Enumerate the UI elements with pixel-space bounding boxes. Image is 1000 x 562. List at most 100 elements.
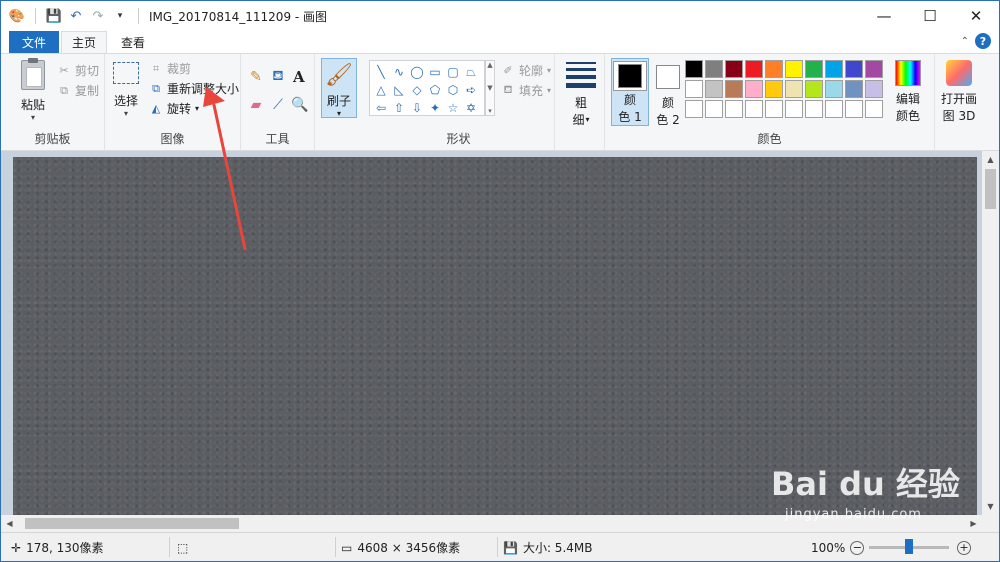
shape-1-icon[interactable]: ∿	[390, 63, 408, 81]
shape-0-icon[interactable]: ╲	[372, 63, 390, 81]
palette-swatch[interactable]	[705, 60, 723, 78]
vertical-scrollbar[interactable]: ▲ ▼	[982, 151, 999, 515]
shape-13-icon[interactable]: ⇧	[390, 99, 408, 117]
help-icon[interactable]: ?	[975, 33, 991, 49]
pencil-icon[interactable]: ✎	[249, 69, 263, 85]
palette-swatch[interactable]	[845, 100, 863, 118]
palette-swatch[interactable]	[725, 60, 743, 78]
palette-swatch[interactable]	[865, 60, 883, 78]
palette-swatch[interactable]	[685, 60, 703, 78]
cursor-position: ✛ 178, 130像素	[11, 533, 104, 561]
shapes-gallery-scroll[interactable]: ▲ ▼ ▾	[485, 60, 495, 116]
palette-swatch[interactable]	[865, 100, 883, 118]
customize-dropdown-icon[interactable]: ▾	[112, 8, 128, 24]
collapse-ribbon-icon[interactable]: ⌃	[961, 36, 969, 47]
paint-app-icon[interactable]: 🎨	[9, 8, 25, 24]
undo-icon[interactable]: ↶	[68, 8, 84, 24]
color-picker-icon[interactable]: ⟋	[271, 97, 285, 113]
copy-button[interactable]: ⧉ 复制	[57, 82, 99, 99]
tab-view[interactable]: 查看	[111, 31, 155, 53]
palette-swatch[interactable]	[765, 80, 783, 98]
palette-swatch[interactable]	[825, 60, 843, 78]
edit-colors-button[interactable]: 编辑 颜色	[891, 60, 925, 124]
palette-swatch[interactable]	[725, 100, 743, 118]
palette-swatch[interactable]	[785, 80, 803, 98]
palette-swatch[interactable]	[845, 60, 863, 78]
shapes-scroll-up-icon[interactable]: ▲	[487, 61, 492, 69]
fill-bucket-icon[interactable]: ⛾	[271, 68, 285, 84]
shape-16-icon[interactable]: ☆	[444, 99, 462, 117]
paste-button[interactable]: 粘贴 ▾	[13, 58, 53, 122]
save-icon[interactable]: 💾	[46, 8, 62, 24]
palette-swatch[interactable]	[805, 60, 823, 78]
close-button[interactable]: ✕	[953, 1, 999, 31]
rotate-button[interactable]: ◭ 旋转 ▾	[149, 100, 199, 117]
shape-5-icon[interactable]: ⏢	[462, 63, 480, 81]
zoom-out-button[interactable]: −	[850, 540, 865, 555]
tab-home[interactable]: 主页	[61, 31, 107, 53]
zoom-slider-thumb[interactable]	[905, 539, 913, 554]
palette-swatch[interactable]	[685, 100, 703, 118]
brushes-button[interactable]: 🖌 刷子 ▾	[321, 58, 357, 118]
palette-swatch[interactable]	[825, 80, 843, 98]
shape-8-icon[interactable]: ◇	[408, 81, 426, 99]
scroll-right-icon[interactable]: ▶	[965, 515, 982, 532]
zoom-in-button[interactable]: +	[957, 540, 971, 555]
palette-swatch[interactable]	[845, 80, 863, 98]
scroll-up-icon[interactable]: ▲	[982, 151, 999, 168]
horizontal-scroll-thumb[interactable]	[25, 518, 239, 529]
select-button[interactable]: 选择 ▾	[111, 62, 141, 118]
shape-11-icon[interactable]: ➪	[462, 81, 480, 99]
magnifier-icon[interactable]: 🔍	[291, 97, 308, 113]
palette-swatch[interactable]	[865, 80, 883, 98]
shape-7-icon[interactable]: ◺	[390, 81, 408, 99]
open-paint3d-button[interactable]: 打开画 图 3D	[937, 60, 981, 124]
shapes-scroll-down-icon[interactable]: ▼	[487, 84, 492, 92]
shapes-gallery[interactable]: ╲ ∿ ◯ ▭ ▢ ⏢ △ ◺ ◇ ⬠ ⬡ ➪ ⇦ ⇧ ⇩ ✦ ☆ ✡	[369, 60, 485, 116]
palette-swatch[interactable]	[745, 80, 763, 98]
vertical-scroll-thumb[interactable]	[985, 169, 996, 209]
palette-swatch[interactable]	[825, 100, 843, 118]
palette-swatch[interactable]	[765, 60, 783, 78]
shapes-expand-icon[interactable]: ▾	[488, 107, 492, 115]
redo-icon[interactable]: ↷	[90, 8, 106, 24]
palette-swatch[interactable]	[785, 60, 803, 78]
shape-15-icon[interactable]: ✦	[426, 99, 444, 117]
palette-swatch[interactable]	[785, 100, 803, 118]
shape-4-icon[interactable]: ▢	[444, 63, 462, 81]
maximize-button[interactable]: ☐	[907, 1, 953, 31]
outline-button[interactable]: ✐ 轮廓 ▾	[501, 62, 551, 79]
color1-button[interactable]: 颜 色 1	[611, 58, 649, 126]
shape-12-icon[interactable]: ⇦	[372, 99, 390, 117]
shape-2-icon[interactable]: ◯	[408, 63, 426, 81]
size-button[interactable]: 粗 细 ▾	[565, 60, 597, 128]
brush-icon: 🖌	[325, 63, 353, 88]
scroll-down-icon[interactable]: ▼	[982, 498, 999, 515]
color2-button[interactable]: 颜 色 2	[651, 60, 685, 128]
shape-9-icon[interactable]: ⬠	[426, 81, 444, 99]
crop-button[interactable]: ⌗ 裁剪	[149, 60, 191, 77]
palette-swatch[interactable]	[705, 100, 723, 118]
palette-swatch[interactable]	[805, 80, 823, 98]
shape-3-icon[interactable]: ▭	[426, 63, 444, 81]
palette-swatch[interactable]	[725, 80, 743, 98]
palette-swatch[interactable]	[705, 80, 723, 98]
cut-button[interactable]: ✂ 剪切	[57, 62, 99, 79]
resize-button[interactable]: ⧉ 重新调整大小	[149, 80, 239, 97]
paint3d-group: 打开画 图 3D	[935, 54, 981, 151]
minimize-button[interactable]: —	[861, 1, 907, 31]
palette-swatch[interactable]	[745, 60, 763, 78]
tab-file[interactable]: 文件	[9, 31, 59, 53]
scroll-left-icon[interactable]: ◀	[1, 515, 18, 532]
palette-swatch[interactable]	[685, 80, 703, 98]
shape-10-icon[interactable]: ⬡	[444, 81, 462, 99]
shape-6-icon[interactable]: △	[372, 81, 390, 99]
palette-swatch[interactable]	[745, 100, 763, 118]
text-tool-icon[interactable]: A	[293, 68, 305, 86]
shape-17-icon[interactable]: ✡	[462, 99, 480, 117]
palette-swatch[interactable]	[765, 100, 783, 118]
palette-swatch[interactable]	[805, 100, 823, 118]
eraser-icon[interactable]: ▰	[249, 97, 263, 113]
shape-14-icon[interactable]: ⇩	[408, 99, 426, 117]
fill-button[interactable]: ⛾ 填充 ▾	[501, 82, 552, 99]
